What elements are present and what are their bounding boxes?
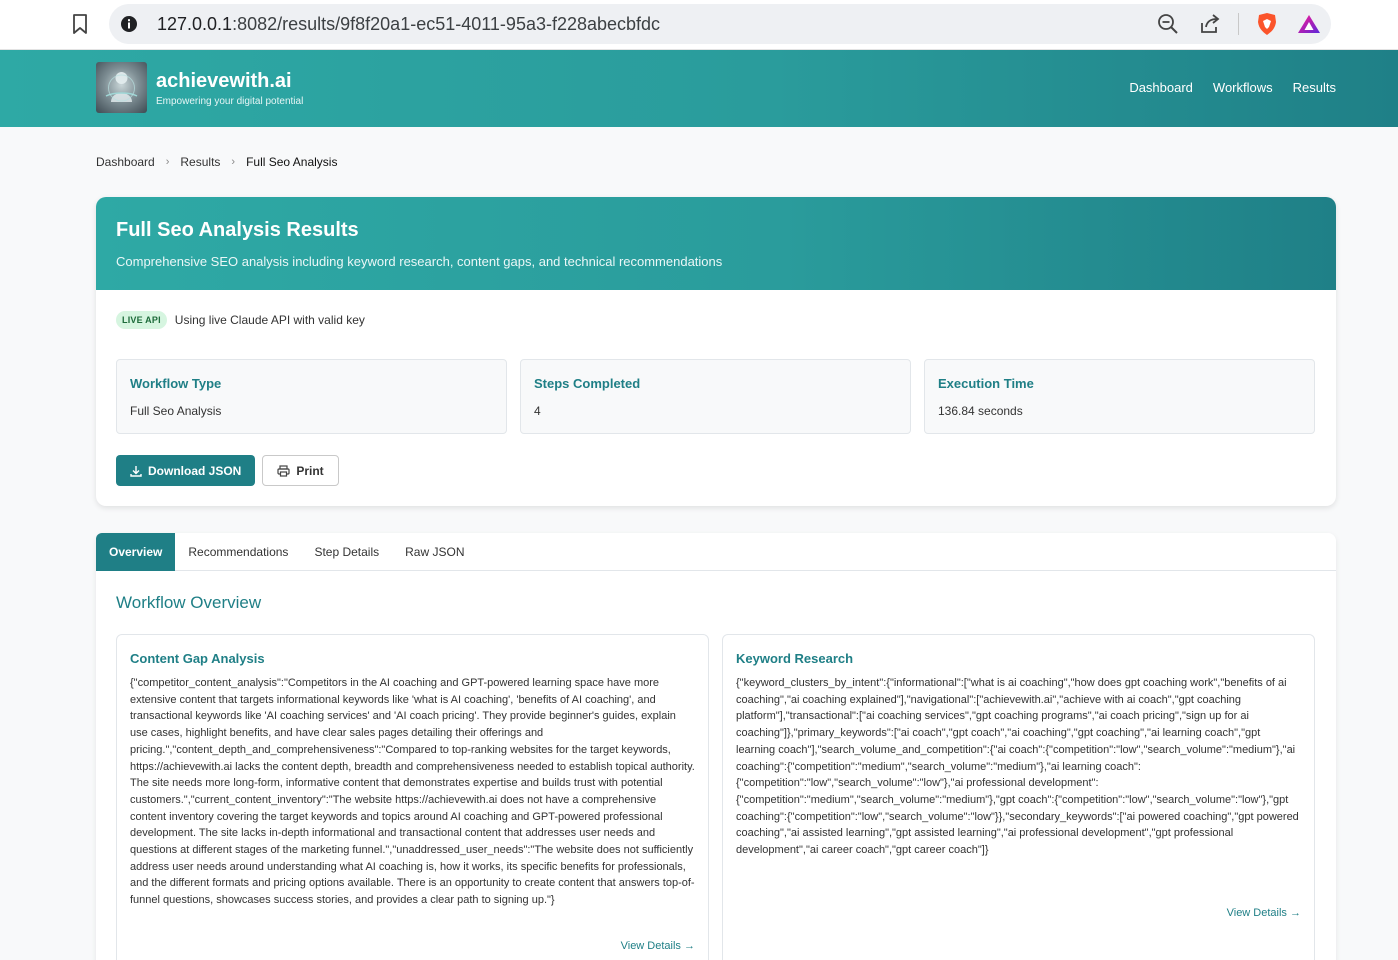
nav-dashboard[interactable]: Dashboard xyxy=(1129,80,1193,95)
api-status: LIVE API Using live Claude API with vali… xyxy=(116,311,365,329)
stat-label: Workflow Type xyxy=(130,376,222,391)
card-title: Content Gap Analysis xyxy=(130,651,265,666)
results-tabs-panel: Overview Recommendations Step Details Ra… xyxy=(96,533,1336,960)
tab-recommendations[interactable]: Recommendations xyxy=(175,533,301,571)
keyword-research-card: Keyword Research {"keyword_clusters_by_i… xyxy=(722,634,1315,960)
card-body: {"keyword_clusters_by_intent":{"informat… xyxy=(736,677,1299,857)
share-icon[interactable] xyxy=(1196,10,1224,38)
download-json-button[interactable]: Download JSON xyxy=(116,455,256,486)
action-buttons: Download JSON Print xyxy=(116,455,339,486)
nav-workflows[interactable]: Workflows xyxy=(1213,80,1273,95)
breadcrumb-current: Full Seo Analysis xyxy=(246,155,338,169)
url-text[interactable]: 127.0.0.1:8082/results/9f8f20a1-ec51-401… xyxy=(157,14,660,35)
tab-overview[interactable]: Overview xyxy=(96,533,176,571)
page-subtitle: Comprehensive SEO analysis including key… xyxy=(116,254,723,269)
results-summary-card: Full Seo Analysis Results Comprehensive … xyxy=(96,197,1336,506)
bookmark-icon[interactable] xyxy=(68,12,92,36)
card-body: {"competitor_content_analysis":"Competit… xyxy=(130,677,695,907)
print-button[interactable]: Print xyxy=(262,455,339,486)
stat-value: 136.84 seconds xyxy=(938,404,1023,418)
brave-rewards-icon[interactable] xyxy=(1295,10,1323,38)
live-api-badge: LIVE API xyxy=(116,311,167,329)
breadcrumb: Dashboard › Results › Full Seo Analysis xyxy=(96,155,337,169)
nav-results[interactable]: Results xyxy=(1293,80,1336,95)
view-details-link[interactable]: View Details → xyxy=(1227,907,1301,919)
brand-logo[interactable] xyxy=(96,62,147,113)
stat-label: Steps Completed xyxy=(534,376,641,391)
breadcrumb-separator: › xyxy=(231,156,236,168)
results-header: Full Seo Analysis Results Comprehensive … xyxy=(96,197,1336,290)
printer-icon xyxy=(277,464,290,477)
tab-bar: Overview Recommendations Step Details Ra… xyxy=(96,533,1336,571)
tab-step-details[interactable]: Step Details xyxy=(301,533,392,571)
brand-name[interactable]: achievewith.ai xyxy=(156,70,292,93)
view-details-link[interactable]: View Details → xyxy=(621,940,695,952)
stat-execution-time: Execution Time 136.84 seconds xyxy=(924,359,1315,434)
content-gap-card: Content Gap Analysis {"competitor_conten… xyxy=(116,634,709,960)
url-path: :8082/results/9f8f20a1-ec51-4011-95a3-f2… xyxy=(232,14,661,34)
page-title: Full Seo Analysis Results xyxy=(116,219,359,241)
print-label: Print xyxy=(296,463,324,478)
brand-tagline: Empowering your digital potential xyxy=(156,96,304,107)
stat-workflow-type: Workflow Type Full Seo Analysis xyxy=(116,359,507,434)
section-title: Workflow Overview xyxy=(116,593,262,612)
stats-row: Workflow Type Full Seo Analysis Steps Co… xyxy=(116,359,1315,434)
breadcrumb-dashboard[interactable]: Dashboard xyxy=(96,155,155,169)
site-info-icon[interactable] xyxy=(119,14,139,34)
api-status-text: Using live Claude API with valid key xyxy=(174,313,365,327)
stat-steps-completed: Steps Completed 4 xyxy=(520,359,911,434)
app-header: achievewith.ai Empowering your digital p… xyxy=(0,50,1398,127)
url-host: 127.0.0.1 xyxy=(157,14,233,34)
toolbar-separator xyxy=(1238,13,1239,35)
download-json-label: Download JSON xyxy=(148,463,242,478)
breadcrumb-results[interactable]: Results xyxy=(180,155,220,169)
main-nav: Dashboard Workflows Results xyxy=(1129,80,1336,95)
brave-shield-icon[interactable] xyxy=(1253,10,1281,38)
stat-label: Execution Time xyxy=(938,376,1034,391)
breadcrumb-separator: › xyxy=(165,156,170,168)
stat-value: Full Seo Analysis xyxy=(130,404,222,418)
zoom-icon[interactable] xyxy=(1154,10,1182,38)
download-icon xyxy=(130,465,142,477)
tab-raw-json[interactable]: Raw JSON xyxy=(392,533,477,571)
address-bar[interactable]: 127.0.0.1:8082/results/9f8f20a1-ec51-401… xyxy=(109,4,1331,44)
card-title: Keyword Research xyxy=(736,651,854,666)
stat-value: 4 xyxy=(534,404,541,418)
browser-toolbar: 127.0.0.1:8082/results/9f8f20a1-ec51-401… xyxy=(0,0,1398,50)
